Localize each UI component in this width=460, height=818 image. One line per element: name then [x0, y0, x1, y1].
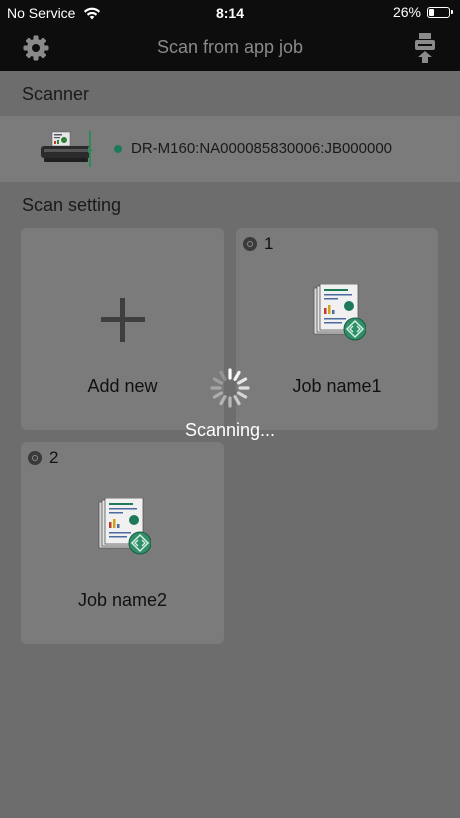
- battery-icon: [427, 6, 453, 18]
- scanner-section-header: Scanner: [22, 84, 90, 104]
- app-screen: No Service 8:14 26% Scan from app job Sc…: [0, 0, 460, 818]
- job-name: Job name2: [77, 590, 168, 610]
- battery-fill: [429, 8, 434, 16]
- add-new-label: Add new: [87, 376, 158, 396]
- scanning-status-text: Scanning...: [184, 420, 276, 440]
- add-new-job-tile[interactable]: Add new: [21, 228, 224, 430]
- nav-bar: Scan from app job: [0, 26, 460, 71]
- scanner-icon: [415, 33, 435, 63]
- job-badge: 2: [28, 448, 58, 468]
- scan-job-document-icon: [313, 284, 366, 341]
- status-right: 26%: [392, 4, 453, 20]
- job-number: 1: [264, 234, 274, 253]
- job-name: Job name1: [292, 376, 382, 396]
- job-badge: 1: [243, 234, 273, 254]
- scan-job-document-icon: [98, 498, 151, 555]
- loading-spinner-icon: [210, 368, 250, 408]
- job-tile-1[interactable]: 1 Job name1: [236, 228, 438, 430]
- scanner-name: DR-M160:NA000085830006:JB000000: [131, 140, 393, 157]
- connection-status-dot: [114, 145, 122, 153]
- document-scanner-icon: [41, 131, 93, 167]
- battery-percent: 26%: [392, 4, 421, 20]
- job-number-icon: [28, 451, 42, 465]
- plus-icon: [101, 298, 145, 342]
- scanner-row[interactable]: DR-M160:NA000085830006:JB000000: [0, 116, 460, 182]
- scan-setting-section-header: Scan setting: [22, 195, 122, 215]
- job-number: 2: [49, 448, 59, 467]
- status-bar: No Service 8:14 26%: [0, 0, 460, 26]
- status-time: 8:14: [215, 5, 245, 21]
- scanner-button[interactable]: [414, 32, 436, 64]
- job-tile-2[interactable]: 2 Job name2: [21, 442, 224, 644]
- page-title: Scan from app job: [156, 37, 304, 57]
- job-number-icon: [243, 237, 257, 251]
